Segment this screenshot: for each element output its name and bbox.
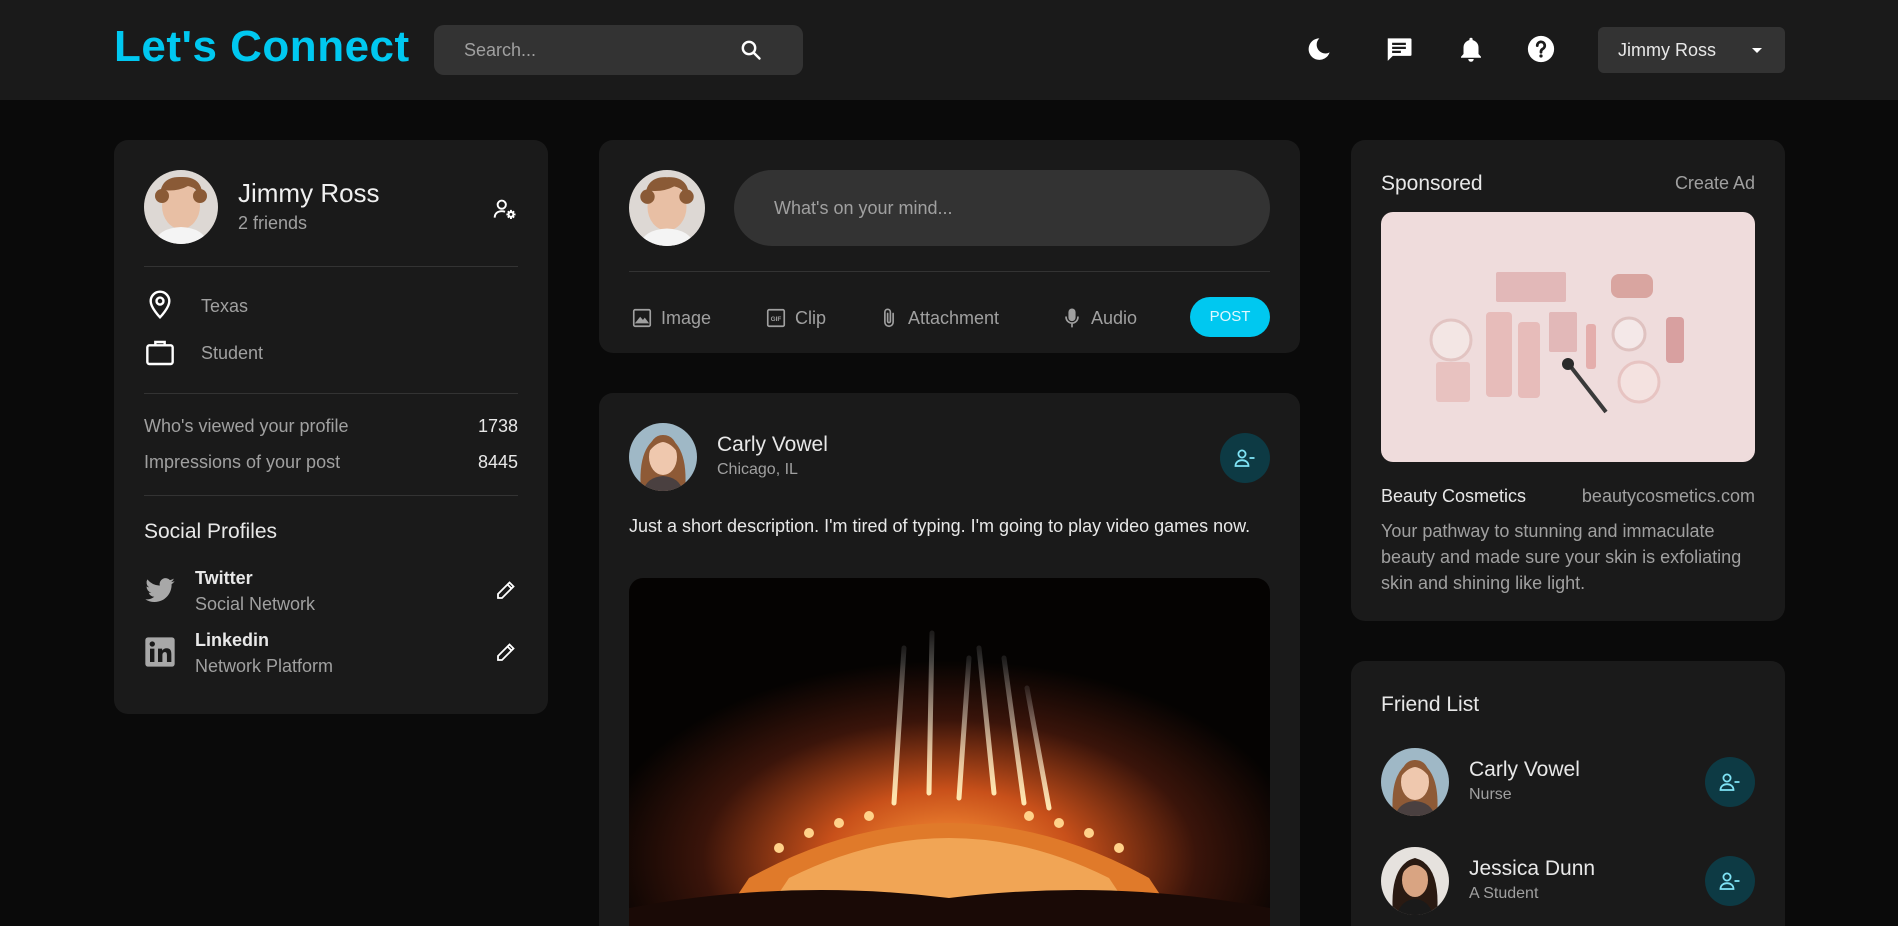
social-twitter-name[interactable]: Twitter [195,568,253,589]
linkedin-icon[interactable] [144,636,176,668]
chevron-down-icon [1752,48,1762,53]
social-linkedin-sub: Network Platform [195,656,334,676]
manage-account-icon[interactable] [492,196,518,222]
attachment-action-button[interactable]: Attachment [878,305,999,331]
profile-avatar[interactable] [144,170,218,244]
friend-role: A Student [1469,885,1539,902]
profile-card: Jimmy Ross 2 friends Texas Student Who's… [114,140,548,714]
audio-action-button[interactable]: Audio [1061,305,1137,331]
friend-list-card: Friend List Carly Vowel Nurse Jessica Du… [1351,661,1785,926]
location-pin-icon [149,290,171,320]
image-icon [632,308,652,328]
post-button[interactable]: POST [1190,297,1270,337]
bell-icon[interactable] [1456,34,1486,64]
clip-action-button[interactable]: GIF Clip [765,305,826,331]
feed-post-card: Carly Vowel Chicago, IL Just a short des… [599,393,1300,926]
divider [144,495,518,496]
app-logo[interactable]: Let's Connect [114,22,410,72]
user-menu-dropdown[interactable]: Jimmy Ross [1598,27,1785,73]
remove-friend-button[interactable] [1220,433,1270,483]
remove-friend-button[interactable] [1705,856,1755,906]
friend-list-title: Friend List [1381,693,1480,716]
sponsored-card: Sponsored Create Ad Beauty Cosmetics bea… [1351,140,1785,621]
help-icon[interactable] [1526,34,1556,64]
friend-avatar[interactable] [1381,847,1449,915]
edit-pencil-icon[interactable] [494,578,518,602]
remove-friend-button[interactable] [1705,757,1755,807]
audio-action-label: Audio [1091,307,1138,328]
post-description: Just a short description. I'm tired of t… [629,516,1251,536]
chat-icon[interactable] [1384,34,1414,64]
profile-name[interactable]: Jimmy Ross [238,178,380,209]
post-author-location: Chicago, IL [717,461,798,478]
attachment-action-label: Attachment [908,307,1000,328]
clip-action-label: Clip [795,307,827,328]
user-menu-label: Jimmy Ross [1618,40,1716,60]
top-navbar: Let's Connect Search... Jimmy Ross [0,0,1898,100]
social-profiles-title: Social Profiles [144,520,278,543]
search-icon[interactable] [739,38,763,62]
stat-label-impressions: Impressions of your post [144,452,341,472]
image-action-button[interactable]: Image [631,305,711,331]
ad-brand-name[interactable]: Beauty Cosmetics [1381,486,1526,507]
ad-image[interactable] [1381,212,1755,462]
friend-name[interactable]: Carly Vowel [1469,758,1580,782]
person-remove-icon [1234,449,1255,467]
gif-icon: GIF [766,308,786,328]
post-image[interactable] [629,578,1270,926]
friend-name[interactable]: Jessica Dunn [1469,857,1595,881]
composer-avatar[interactable] [629,170,705,246]
friend-role: Nurse [1469,786,1512,803]
moon-icon[interactable] [1304,34,1334,64]
create-post-card: Image GIF Clip Attachment Audio POST [599,140,1300,353]
create-ad-link[interactable]: Create Ad [1675,173,1755,194]
briefcase-icon [146,340,174,366]
profile-location: Texas [201,296,249,316]
post-composer-input[interactable] [734,170,1270,246]
post-author-avatar[interactable] [629,423,697,491]
divider [629,271,1270,272]
divider [144,393,518,394]
sponsored-title: Sponsored [1381,172,1483,195]
profile-friend-count: 2 friends [238,213,308,233]
profile-occupation: Student [201,343,264,363]
social-linkedin-name[interactable]: Linkedin [195,630,269,651]
microphone-icon [1065,308,1079,328]
paperclip-icon [884,308,894,328]
twitter-icon[interactable] [144,574,176,606]
image-action-label: Image [661,307,712,328]
divider [144,266,518,267]
post-author-name[interactable]: Carly Vowel [717,433,828,457]
ad-url-link[interactable]: beautycosmetics.com [1582,486,1755,507]
stat-value-profile-views: 1738 [477,416,518,436]
search-bar[interactable]: Search... [434,25,803,75]
person-remove-icon [1719,872,1740,890]
svg-text:GIF: GIF [771,316,782,323]
person-remove-icon [1719,773,1740,791]
ad-description: Your pathway to stunning and immaculate … [1381,521,1742,593]
friend-avatar[interactable] [1381,748,1449,816]
stat-value-impressions: 8445 [477,452,518,472]
edit-pencil-icon[interactable] [494,640,518,664]
search-placeholder[interactable]: Search... [464,40,536,61]
stat-label-profile-views: Who's viewed your profile [144,416,349,436]
social-twitter-sub: Social Network [195,594,316,614]
